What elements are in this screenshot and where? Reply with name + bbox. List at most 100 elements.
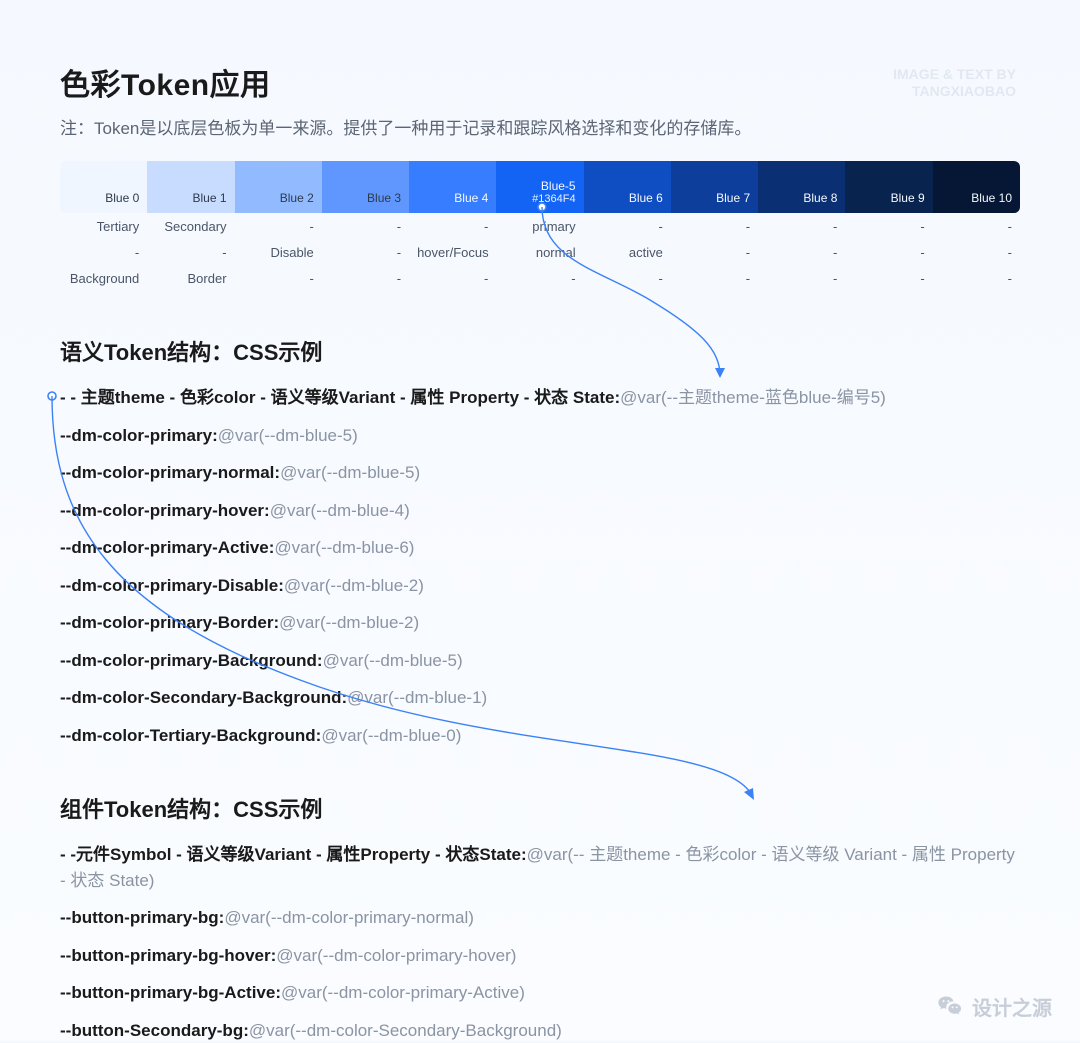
swatch-4: Blue 4 (409, 161, 496, 213)
meta-cell: Secondary (147, 213, 234, 239)
token-val: @var(--dm-blue-5) (280, 463, 420, 482)
component-line-3: --button-Secondary-bg:@var(--dm-color-Se… (60, 1018, 1020, 1043)
swatch-0: Blue 0 (60, 161, 147, 213)
watermark-line: IMAGE & TEXT BY (893, 66, 1016, 83)
token-head: --dm-color-primary-Border: (60, 613, 279, 632)
token-head: --button-primary-bg-Active: (60, 983, 281, 1002)
meta-cell: - (60, 239, 147, 265)
meta-cell: - (671, 213, 758, 239)
semantic-pattern: - - 主题theme - 色彩color - 语义等级Variant - 属性… (60, 385, 1020, 411)
swatch-9: Blue 9 (845, 161, 932, 213)
palette-table: Blue 0 Blue 1 Blue 2 Blue 3 Blue 4 Blue-5#136… (60, 161, 1020, 291)
token-head: --dm-color-primary: (60, 426, 218, 445)
token-val: @var(--dm-blue-5) (323, 651, 463, 670)
token-val: @var(--dm-blue-6) (274, 538, 414, 557)
meta-cell: - (409, 213, 496, 239)
meta-cell: - (845, 265, 932, 291)
swatch-2: Blue 2 (235, 161, 322, 213)
semantic-line-4: --dm-color-primary-Disable:@var(--dm-blu… (60, 573, 1020, 599)
meta-cell: - (322, 213, 409, 239)
swatch-label: Blue 0 (66, 191, 139, 205)
meta-cell: - (758, 213, 845, 239)
meta-cell: - (758, 265, 845, 291)
swatch-5: Blue-5#1364F4 (496, 161, 583, 213)
subtitle: 注：Token是以底层色板为单一来源。提供了一种用于记录和跟踪风格选择和变化的存… (60, 114, 1020, 139)
meta-cell: - (235, 265, 322, 291)
swatch-8: Blue 8 (758, 161, 845, 213)
meta-cell: - (933, 239, 1020, 265)
token-val: @var(--dm-color-primary-normal) (224, 908, 474, 927)
semantic-line-8: --dm-color-Tertiary-Background:@var(--dm… (60, 723, 1020, 749)
token-val: @var(--dm-blue-4) (270, 501, 410, 520)
semantic-line-3: --dm-color-primary-Active:@var(--dm-blue… (60, 535, 1020, 561)
meta-cell: hover/Focus (409, 239, 496, 265)
token-head: --dm-color-primary-hover: (60, 501, 270, 520)
watermark-text: 设计之源 (972, 992, 1052, 1021)
meta-cell: - (671, 239, 758, 265)
token-head: --button-primary-bg: (60, 908, 224, 927)
token-val: @var(--dm-blue-0) (321, 726, 461, 745)
watermark-bottom: 设计之源 (936, 992, 1052, 1021)
watermark-line: TANGXIAOBAO (893, 83, 1016, 100)
swatch-label: Blue 10 (939, 191, 1012, 205)
token-val: @var(--dm-blue-2) (279, 613, 419, 632)
component-pattern: - -元件Symbol - 语义等级Variant - 属性Property -… (60, 842, 1020, 893)
swatch-label: Blue-5 (502, 179, 575, 193)
meta-cell: - (147, 239, 234, 265)
meta-cell: - (235, 213, 322, 239)
meta-cell: - (409, 265, 496, 291)
token-val: @var(--dm-blue-2) (284, 576, 424, 595)
token-head: --button-Secondary-bg: (60, 1021, 249, 1040)
meta-cell: primary (496, 213, 583, 239)
component-line-1: --button-primary-bg-hover:@var(--dm-colo… (60, 943, 1020, 969)
semantic-line-2: --dm-color-primary-hover:@var(--dm-blue-… (60, 498, 1020, 524)
token-val: @var(--dm-blue-1) (347, 688, 487, 707)
swatch-3: Blue 3 (322, 161, 409, 213)
header: 色彩Token应用 IMAGE & TEXT BY TANGXIAOBAO (60, 60, 1020, 104)
token-head: --dm-color-primary-Active: (60, 538, 274, 557)
swatch-label: Blue 2 (241, 191, 314, 205)
semantic-line-6: --dm-color-primary-Background:@var(--dm-… (60, 648, 1020, 674)
meta-cell: Border (147, 265, 234, 291)
swatch-row: Blue 0 Blue 1 Blue 2 Blue 3 Blue 4 Blue-5#136… (60, 161, 1020, 213)
swatch-label: Blue 8 (764, 191, 837, 205)
meta-cell: - (933, 213, 1020, 239)
token-val: @var(--dm-color-Secondary-Background) (249, 1021, 562, 1040)
meta-row-0: TertiarySecondary---primary----- (60, 213, 1020, 239)
meta-row-2: BackgroundBorder--------- (60, 265, 1020, 291)
semantic-line-0: --dm-color-primary:@var(--dm-blue-5) (60, 423, 1020, 449)
swatch-6: Blue 6 (584, 161, 671, 213)
section-title-component: 组件Token结构：CSS示例 (60, 792, 1020, 824)
meta-cell: - (496, 265, 583, 291)
swatch-label: Blue 3 (328, 191, 401, 205)
watermark-credit: IMAGE & TEXT BY TANGXIAOBAO (893, 66, 1016, 100)
token-head: - - 主题theme - 色彩color - 语义等级Variant - 属性… (60, 388, 620, 407)
semantic-line-1: --dm-color-primary-normal:@var(--dm-blue… (60, 460, 1020, 486)
swatch-label: Blue 4 (415, 191, 488, 205)
meta-row-1: --Disable-hover/Focusnormalactive---- (60, 239, 1020, 265)
meta-cell: - (671, 265, 758, 291)
meta-cell: - (584, 265, 671, 291)
component-line-2: --button-primary-bg-Active:@var(--dm-col… (60, 980, 1020, 1006)
token-head: --dm-color-Tertiary-Background: (60, 726, 321, 745)
semantic-line-5: --dm-color-primary-Border:@var(--dm-blue… (60, 610, 1020, 636)
component-line-0: --button-primary-bg:@var(--dm-color-prim… (60, 905, 1020, 931)
token-head: --dm-color-primary-normal: (60, 463, 280, 482)
section-title-semantic: 语义Token结构：CSS示例 (60, 335, 1020, 367)
token-val: @var(--dm-color-primary-hover) (276, 946, 516, 965)
meta-cell: - (322, 265, 409, 291)
meta-cell: Tertiary (60, 213, 147, 239)
meta-cell: - (758, 239, 845, 265)
token-val: @var(--主题theme-蓝色blue-编号5) (620, 388, 886, 407)
swatch-label: Blue 9 (851, 191, 924, 205)
token-head: --button-primary-bg-hover: (60, 946, 276, 965)
meta-cell: - (845, 239, 932, 265)
meta-cell: Background (60, 265, 147, 291)
meta-cell: Disable (235, 239, 322, 265)
meta-cell: - (933, 265, 1020, 291)
token-head: --dm-color-Secondary-Background: (60, 688, 347, 707)
page-title: 色彩Token应用 (60, 60, 1020, 104)
meta-cell: - (845, 213, 932, 239)
swatch-1: Blue 1 (147, 161, 234, 213)
swatch-label: Blue 6 (590, 191, 663, 205)
